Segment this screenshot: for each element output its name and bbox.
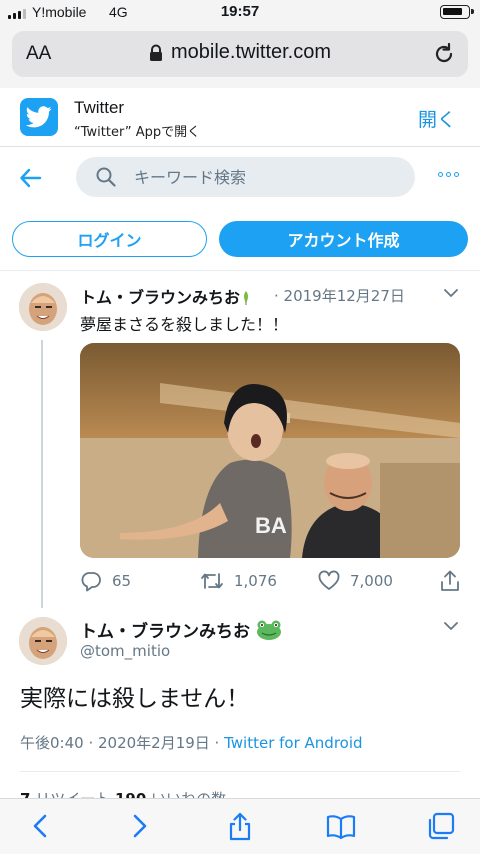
tabs-icon[interactable] (426, 811, 456, 841)
tweet-timestamp[interactable]: 午後0:40 · 2020年2月19日 · (20, 734, 224, 752)
tweet-metadata: 午後0:40 · 2020年2月19日 · Twitter for Androi… (20, 732, 363, 753)
retweet-count: 1,076 (234, 572, 277, 590)
frog-emoji-icon (256, 620, 281, 640)
share-icon (441, 570, 459, 591)
retweet-icon (201, 573, 223, 589)
open-in-app-button[interactable]: 開く (418, 105, 456, 132)
avatar-photo (19, 617, 67, 665)
divider (0, 270, 480, 271)
tweet-text: 実際には殺しません！ (20, 686, 250, 712)
twitter-bird-icon (26, 106, 52, 128)
battery-icon (440, 5, 474, 19)
share-action[interactable] (440, 570, 460, 592)
twitter-header (0, 148, 480, 210)
tweet-author-name[interactable]: トム・ブラウンみちお (80, 284, 250, 308)
reload-icon[interactable] (432, 42, 456, 66)
like-action[interactable]: 7,000 (318, 570, 393, 592)
retweet-action[interactable]: 1,076 (200, 570, 277, 592)
svg-text:BA: BA (255, 513, 287, 538)
chevron-down-icon[interactable] (444, 622, 458, 631)
banner-app-name: Twitter (74, 98, 125, 117)
tweet-author-handle[interactable]: @tom_mitio (80, 642, 170, 660)
leaf-emoji-icon (244, 291, 249, 305)
tweet-author-name[interactable]: トム・ブラウンみちお (80, 617, 282, 642)
avatar[interactable] (19, 617, 67, 665)
url-text: mobile.twitter.com (170, 41, 332, 63)
reply-action[interactable]: 65 (80, 570, 131, 592)
lock-icon (149, 44, 162, 61)
bookmarks-icon[interactable] (326, 811, 356, 841)
tweet-actions: 65 1,076 7,000 (0, 570, 480, 596)
app-banner: Twitter “Twitter” Appで開く 開く (0, 88, 480, 147)
like-count: 7,000 (350, 572, 393, 590)
share-icon[interactable] (225, 811, 255, 841)
address-bar[interactable]: AA mobile.twitter.com (12, 31, 468, 77)
url-display[interactable]: mobile.twitter.com (12, 41, 468, 64)
tweet-photo-image: BA (80, 343, 460, 558)
clock: 19:57 (220, 3, 260, 20)
browser-toolbar (0, 798, 480, 854)
more-options-icon[interactable] (438, 172, 459, 177)
back-arrow-icon[interactable] (18, 165, 44, 191)
reply-count: 65 (112, 572, 132, 590)
author-name-text: トム・ブラウンみちお (80, 288, 241, 307)
author-name-text: トム・ブラウンみちお (80, 622, 250, 642)
chevron-down-icon[interactable] (444, 289, 458, 298)
tweet-source-link[interactable]: Twitter for Android (224, 734, 362, 752)
login-button[interactable]: ログイン (12, 221, 207, 257)
heart-icon (318, 570, 340, 590)
forward-icon[interactable] (124, 811, 154, 841)
avatar-photo (19, 283, 67, 331)
twitter-app-icon (20, 98, 58, 136)
status-bar: Y!mobile 4G 19:57 (0, 0, 480, 26)
browser-address-area: AA mobile.twitter.com (0, 26, 480, 88)
avatar[interactable] (19, 283, 67, 331)
signup-button[interactable]: アカウント作成 (219, 221, 468, 257)
reply-icon (81, 572, 101, 592)
search-input[interactable] (134, 157, 404, 197)
banner-subtitle: “Twitter” Appで開く (74, 125, 201, 140)
back-icon[interactable] (26, 811, 56, 841)
search-icon (96, 167, 116, 187)
search-box[interactable] (76, 157, 415, 197)
tweet-photo[interactable]: BA (80, 343, 460, 558)
tweet-text: 夢屋まさるを殺しました！！ (80, 315, 289, 334)
thread-connector (41, 340, 43, 608)
tweet-date[interactable]: · 2019年12月27日 (274, 285, 405, 306)
divider (20, 771, 460, 772)
